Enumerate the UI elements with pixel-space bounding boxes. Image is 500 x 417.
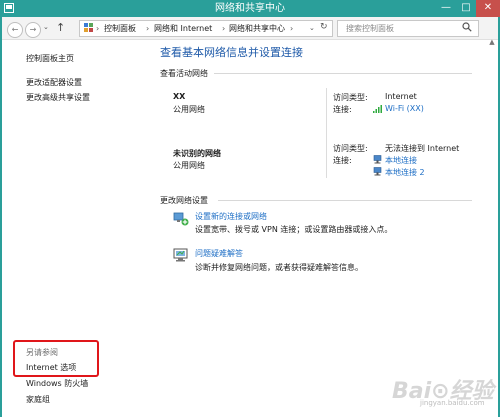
search-input[interactable]: 搜索控制面板 — [346, 21, 394, 36]
maximize-button[interactable]: □ — [456, 0, 476, 17]
sidebar-item-homegroup[interactable]: 家庭组 — [26, 394, 50, 405]
sidebar-item-advanced-sharing[interactable]: 更改高级共享设置 — [26, 92, 90, 103]
section-divider — [218, 200, 472, 201]
sidebar-item-adapter-settings[interactable]: 更改适配器设置 — [26, 77, 82, 88]
troubleshoot-problems-link[interactable]: 问题疑难解答 — [195, 248, 243, 259]
back-button[interactable]: ← — [7, 22, 23, 38]
control-panel-icon — [84, 23, 93, 32]
wifi-signal-icon — [373, 105, 382, 113]
access-type-value: 无法连接到 Internet — [385, 144, 460, 153]
troubleshoot-problems-description: 诊断并修复网络问题，或者获得疑难解答信息。 — [195, 263, 363, 272]
ethernet-icon — [373, 167, 382, 176]
section-divider — [214, 73, 472, 74]
window-border-left — [0, 17, 2, 417]
forward-button[interactable]: → — [25, 22, 41, 38]
access-type-label: 访问类型: — [333, 93, 368, 102]
scroll-up-arrow-icon[interactable]: ▲ — [486, 38, 498, 46]
sidebar-item-windows-firewall[interactable]: Windows 防火墙 — [26, 378, 88, 389]
column-divider — [326, 88, 327, 178]
highlight-annotation-box — [13, 340, 99, 377]
setup-new-connection-description: 设置宽带、拨号或 VPN 连接；或设置路由器或接入点。 — [195, 225, 393, 234]
sidebar-item-home[interactable]: 控制面板主页 — [26, 53, 74, 64]
breadcrumb-separator: › — [96, 24, 100, 33]
change-settings-heading: 更改网络设置 — [160, 196, 208, 205]
access-type-value: Internet — [385, 92, 417, 101]
local-connection-link[interactable]: 本地连接 — [385, 155, 417, 166]
close-button[interactable]: ✕ — [476, 0, 500, 17]
search-icon[interactable] — [462, 22, 472, 32]
refresh-button[interactable]: ↻ — [320, 20, 328, 35]
network-type-link[interactable]: 公用网络 — [173, 160, 205, 171]
breadcrumb-network-sharing-center[interactable]: 网络和共享中心 — [229, 21, 285, 36]
active-networks-heading: 查看活动网络 — [160, 69, 208, 78]
breadcrumb-control-panel[interactable]: 控制面板 — [104, 21, 136, 36]
local-connection-2-link[interactable]: 本地连接 2 — [385, 167, 425, 178]
breadcrumb-separator: › — [146, 24, 150, 33]
network-type-link[interactable]: 公用网络 — [173, 104, 205, 115]
window-title: 网络和共享中心 — [215, 3, 285, 14]
network-name: XX — [173, 92, 186, 101]
page-title: 查看基本网络信息并设置连接 — [160, 46, 303, 59]
setup-new-connection-link[interactable]: 设置新的连接或网络 — [195, 211, 267, 222]
network-name: 未识别的网络 — [173, 149, 221, 158]
connections-label: 连接: — [333, 156, 352, 165]
access-type-label: 访问类型: — [333, 144, 368, 153]
up-button[interactable]: ↑ — [56, 21, 65, 34]
troubleshoot-icon — [173, 248, 188, 262]
address-dropdown[interactable]: ⌄ — [309, 21, 315, 36]
breadcrumb-separator: › — [222, 24, 226, 33]
ethernet-icon — [373, 155, 382, 164]
recent-locations-dropdown[interactable]: ⌄ — [43, 23, 49, 31]
breadcrumb-network-internet[interactable]: 网络和 Internet — [154, 21, 212, 36]
breadcrumb-separator: › — [290, 24, 294, 33]
connections-label: 连接: — [333, 105, 352, 114]
baidu-watermark-url: jingyan.baidu.com — [420, 399, 485, 407]
new-connection-icon — [173, 212, 189, 226]
wifi-connection-link[interactable]: Wi-Fi (XX) — [385, 104, 424, 113]
minimize-button[interactable]: — — [436, 0, 456, 17]
